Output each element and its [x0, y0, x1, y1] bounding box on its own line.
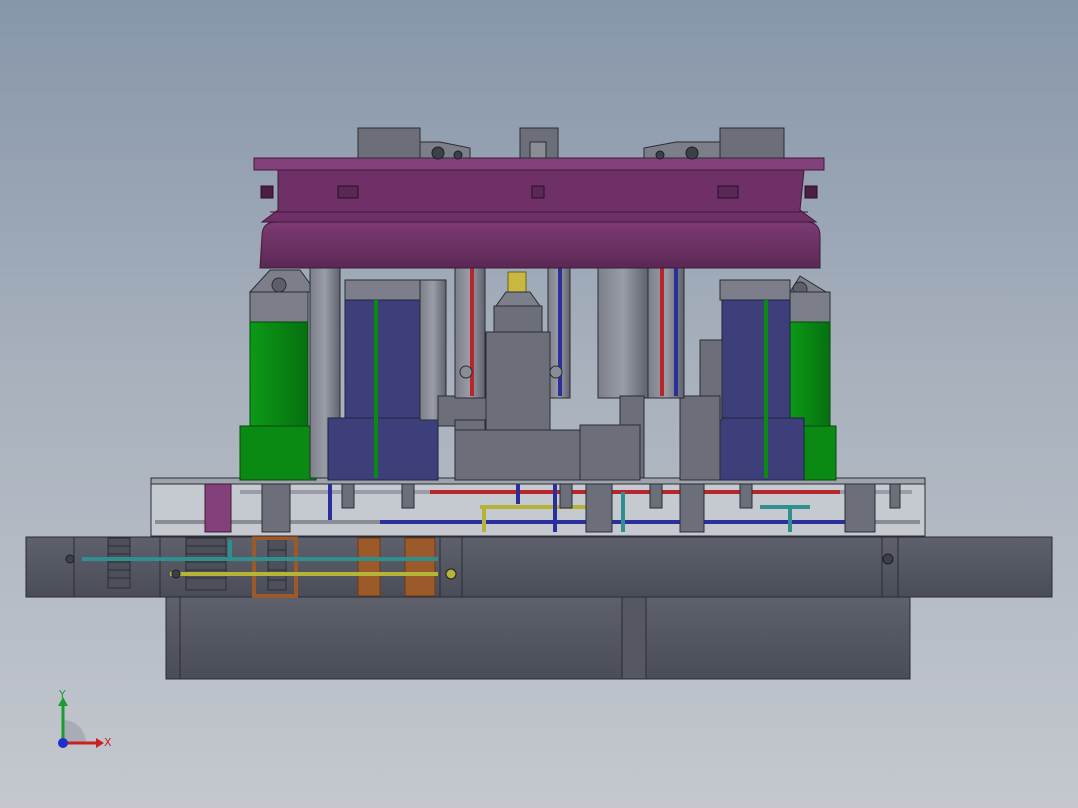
top-hinge-center[interactable]: [519, 127, 559, 159]
middle-base-plate[interactable]: [25, 536, 1053, 598]
y-axis-label: Y: [58, 688, 66, 701]
axis-triad: Y X: [58, 688, 112, 749]
lower-base-block[interactable]: [165, 595, 911, 680]
z-axis-dot: [58, 738, 68, 748]
top-hinge-left[interactable]: [357, 127, 471, 160]
fixture-assembly-model[interactable]: Y X: [0, 0, 1078, 808]
top-hinge-right[interactable]: [643, 127, 785, 160]
top-clamp-plate[interactable]: [253, 157, 825, 269]
cad-viewport[interactable]: Y X: [0, 0, 1078, 808]
x-axis-label: X: [104, 736, 112, 749]
right-cylinder-cluster[interactable]: [679, 279, 805, 481]
left-green-cylinder[interactable]: [239, 269, 317, 481]
